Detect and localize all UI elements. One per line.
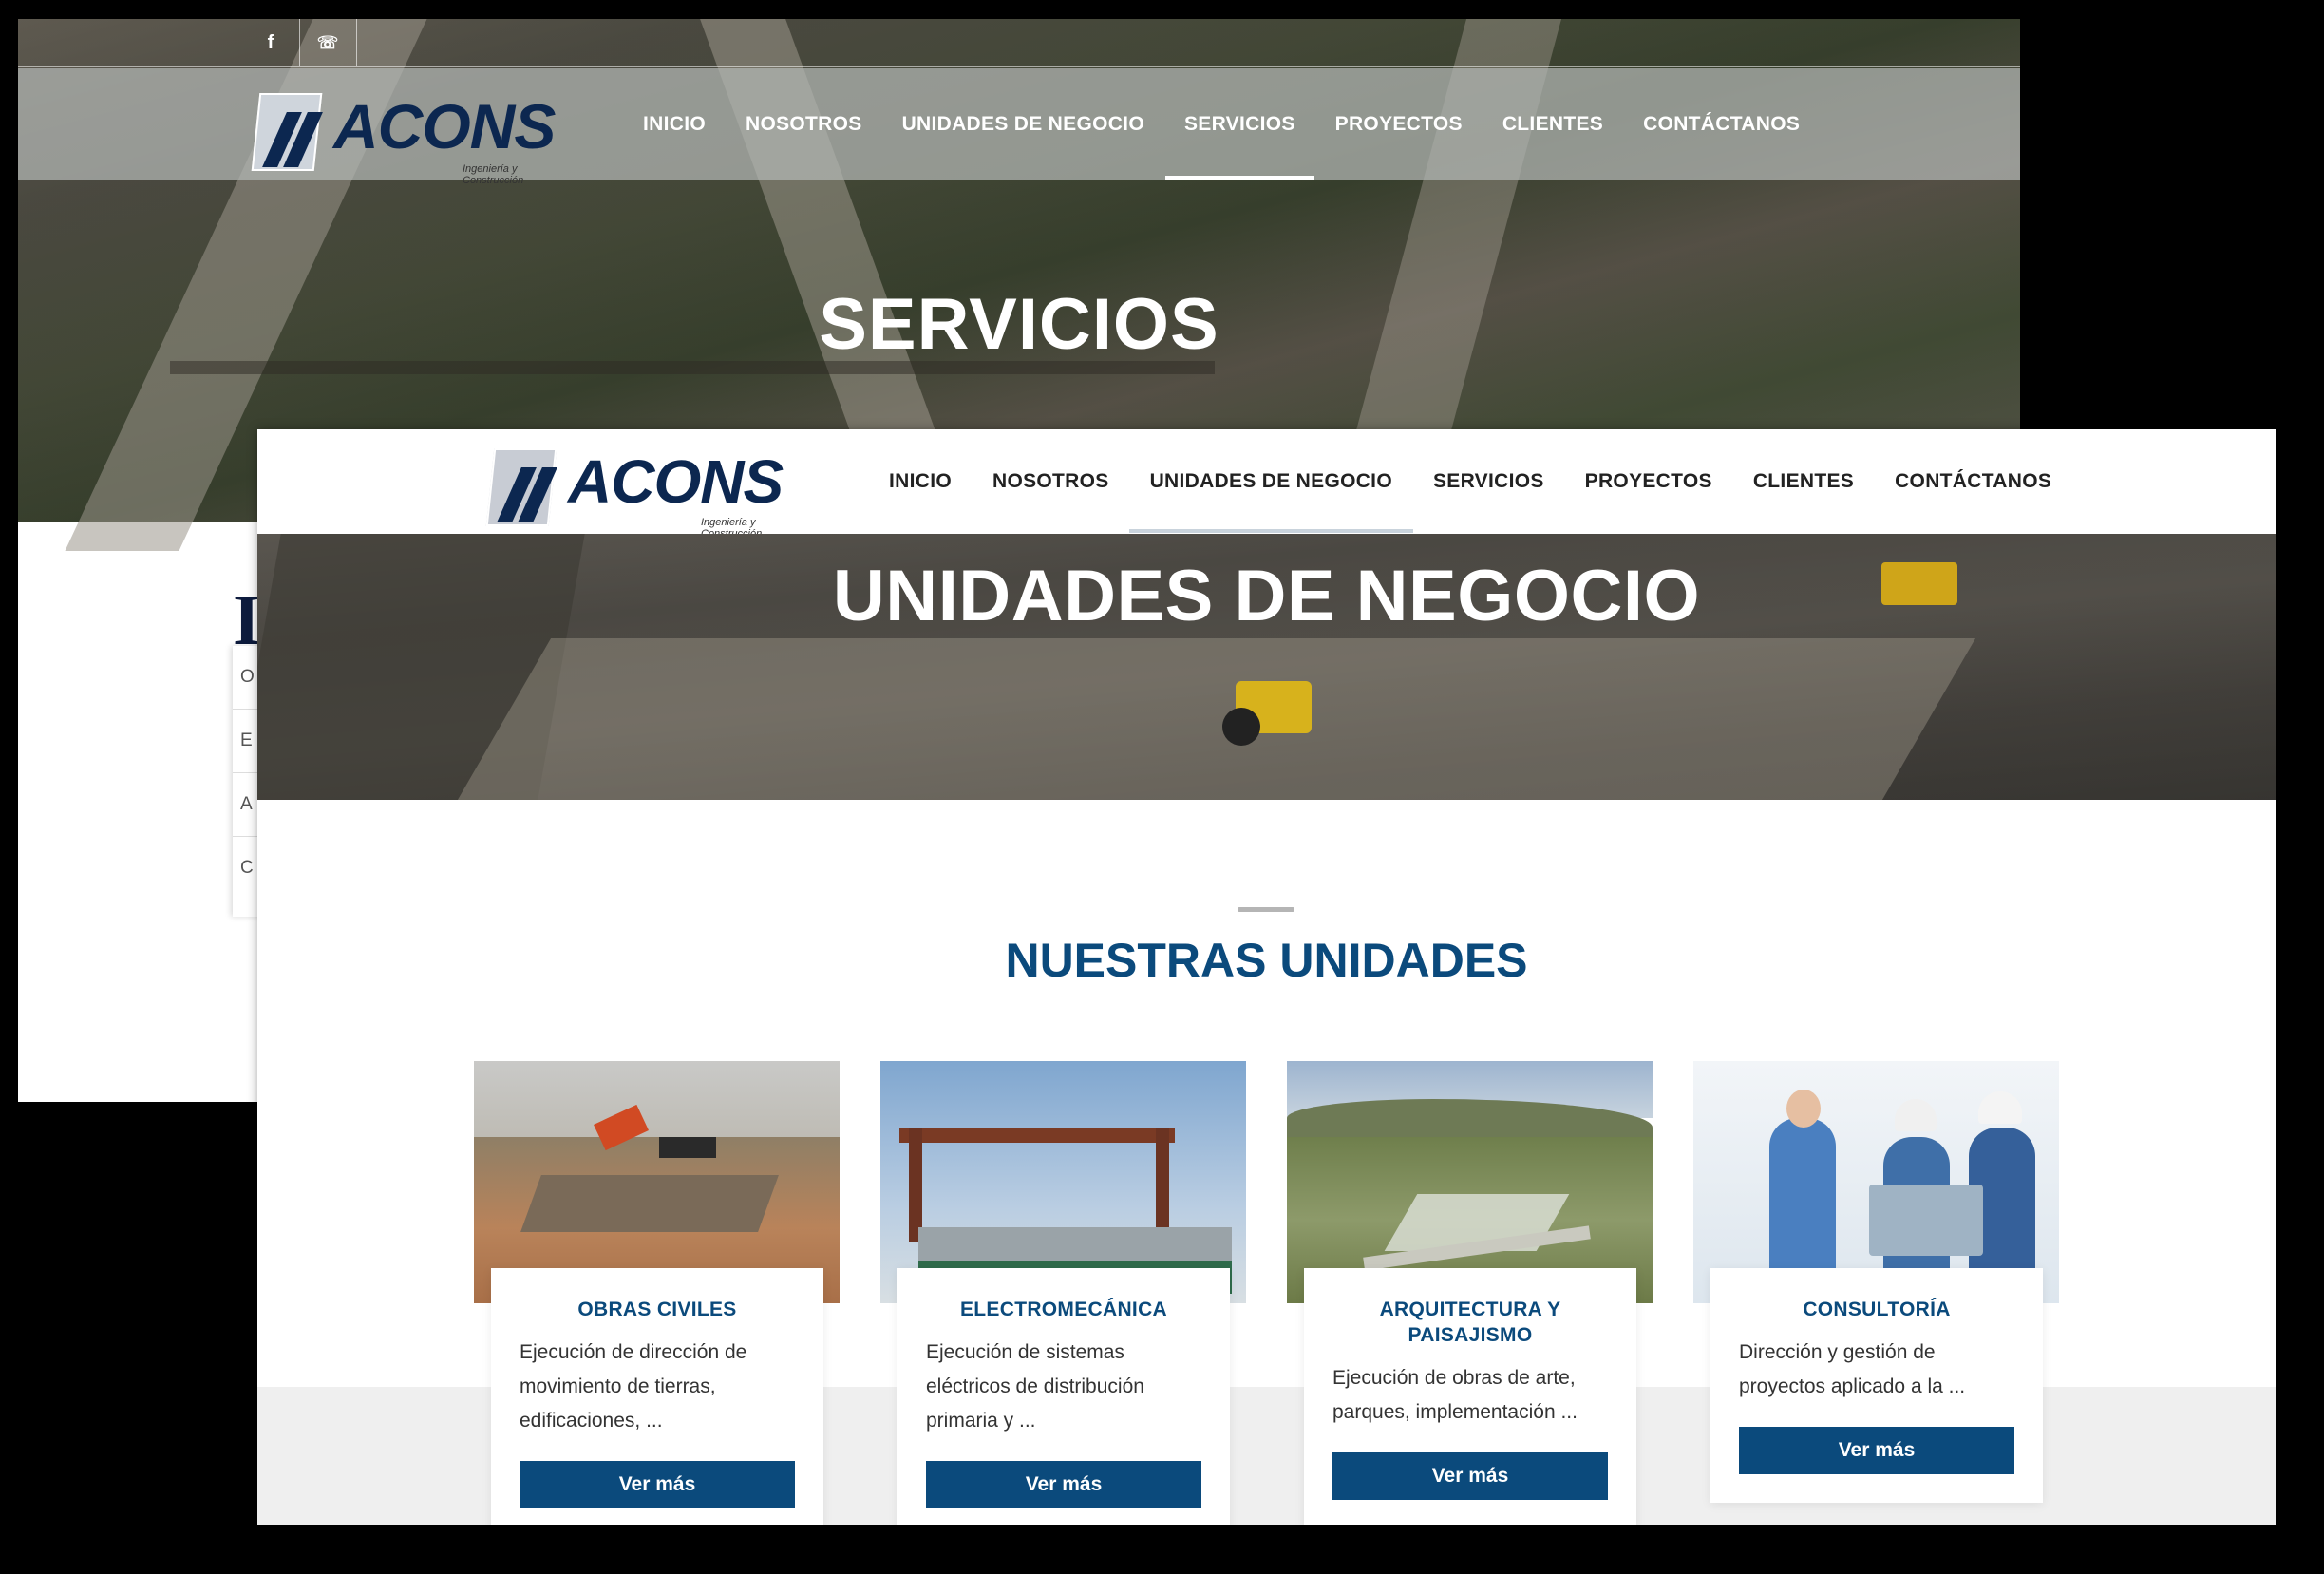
nav-proyectos[interactable]: PROYECTOS	[1335, 113, 1463, 136]
nav-servicios[interactable]: SERVICIOS	[1433, 470, 1544, 493]
ver-mas-button[interactable]: Ver más	[926, 1461, 1201, 1508]
nav-proyectos[interactable]: PROYECTOS	[1585, 470, 1712, 493]
whatsapp-icon[interactable]: ☏	[299, 19, 357, 66]
unit-card-body: CONSULTORÍA Dirección y gestión de proye…	[1710, 1268, 2043, 1503]
logo-wordmark: ACONS	[568, 447, 784, 516]
nav-nosotros[interactable]: NOSOTROS	[992, 470, 1109, 493]
nav-contactanos[interactable]: CONTÁCTANOS	[1895, 470, 2051, 493]
logo-tagline: Ingeniería y Construcción	[463, 163, 524, 186]
ver-mas-button[interactable]: Ver más	[520, 1461, 795, 1508]
obras-civiles-image	[474, 1061, 840, 1303]
nav-inicio[interactable]: INICIO	[643, 113, 706, 136]
unit-title: OBRAS CIVILES	[577, 1299, 737, 1320]
nav-unidades-de-negocio[interactable]: UNIDADES DE NEGOCIO	[902, 113, 1144, 136]
page-title: UNIDADES DE NEGOCIO	[832, 556, 1701, 636]
electromecanica-image	[880, 1061, 1246, 1303]
back-nav: INICIO NOSOTROS UNIDADES DE NEGOCIO SERV…	[643, 68, 1840, 180]
unit-title: ELECTROMECÁNICA	[960, 1299, 1167, 1320]
nav-clientes[interactable]: CLIENTES	[1502, 113, 1603, 136]
nav-nosotros[interactable]: NOSOTROS	[746, 113, 862, 136]
unit-card-body: ELECTROMECÁNICA Ejecución de sistemas el…	[897, 1268, 1230, 1525]
nav-inicio[interactable]: INICIO	[889, 470, 952, 493]
nav-servicios[interactable]: SERVICIOS	[1165, 113, 1314, 180]
unit-card-body: OBRAS CIVILES Ejecución de dirección de …	[491, 1268, 823, 1525]
unit-description: Dirección y gestión de proyectos aplicad…	[1739, 1341, 1966, 1397]
unit-description: Ejecución de sistemas eléctricos de dist…	[926, 1341, 1144, 1432]
nav-unidades-de-negocio[interactable]: UNIDADES DE NEGOCIO	[1128, 470, 1414, 533]
logo-wordmark: ACONS	[333, 91, 556, 161]
front-logo[interactable]: ACONS Ingeniería y Construcción	[485, 439, 784, 540]
nav-clientes[interactable]: CLIENTES	[1753, 470, 1854, 493]
unit-card-body: ARQUITECTURA Y PAISAJISMO Ejecución de o…	[1304, 1268, 1636, 1525]
nav-contactanos[interactable]: CONTÁCTANOS	[1643, 113, 1800, 136]
section-title: NUESTRAS UNIDADES	[1005, 934, 1528, 987]
consultoria-image	[1693, 1061, 2059, 1303]
page-title: SERVICIOS	[819, 284, 1219, 365]
main-nav: INICIO NOSOTROS UNIDADES DE NEGOCIO SERV…	[889, 429, 2092, 534]
ver-mas-button[interactable]: Ver más	[1739, 1427, 2014, 1474]
unit-description: Ejecución de obras de arte, parques, imp…	[1332, 1367, 1578, 1423]
arquitectura-image	[1287, 1061, 1653, 1303]
social-bar: f ☏	[18, 19, 2020, 67]
ver-mas-button[interactable]: Ver más	[1332, 1452, 1608, 1500]
back-logo[interactable]: ACONS Ingeniería y Construcción	[251, 84, 556, 186]
unit-title: ARQUITECTURA Y PAISAJISMO	[1379, 1299, 1561, 1346]
front-page-unidades: ACONS Ingeniería y Construcción INICIO N…	[257, 429, 2276, 1525]
unit-description: Ejecución de dirección de movimiento de …	[520, 1341, 747, 1432]
section-divider	[1238, 907, 1294, 912]
facebook-icon[interactable]: f	[242, 19, 300, 66]
unit-title: CONSULTORÍA	[1803, 1299, 1951, 1320]
